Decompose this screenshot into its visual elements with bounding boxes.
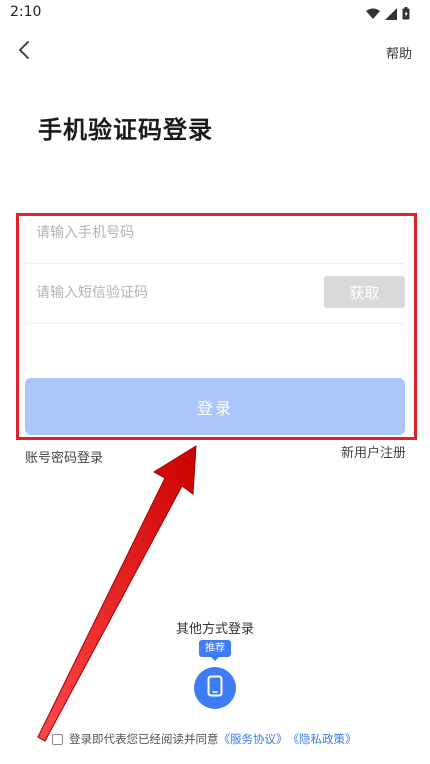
recommend-badge: 推荐 <box>199 640 231 661</box>
login-button[interactable]: 登录 <box>25 378 405 435</box>
battery-icon <box>402 5 410 24</box>
phone-input[interactable] <box>36 221 316 245</box>
status-icons <box>366 5 410 24</box>
signal-icon <box>385 5 397 24</box>
password-login-link[interactable]: 账号密码登录 <box>25 447 103 466</box>
help-link[interactable]: 帮助 <box>386 43 412 62</box>
agreement-text: 登录即代表您已经阅读并同意 <box>69 732 219 746</box>
back-button[interactable] <box>12 40 36 64</box>
phone-field <box>24 203 405 264</box>
page-title: 手机验证码登录 <box>38 116 213 144</box>
privacy-policy-link[interactable]: 《隐私政策》 <box>288 731 357 747</box>
sms-field: 获取 <box>24 263 405 324</box>
agreement-checkbox[interactable] <box>52 733 63 745</box>
service-agreement-link[interactable]: 《服务协议》 <box>219 731 288 747</box>
get-code-button[interactable]: 获取 <box>324 276 405 308</box>
other-login-title: 其他方式登录 <box>175 622 254 637</box>
status-bar: 2:10 <box>0 0 430 26</box>
status-time: 2:10 <box>10 4 42 20</box>
agreement-row: 登录即代表您已经阅读并同意 《服务协议》 《隐私政策》 <box>52 731 357 747</box>
sms-code-input[interactable] <box>36 281 316 305</box>
register-link[interactable]: 新用户注册 <box>341 442 406 461</box>
phone-login-button[interactable] <box>194 667 236 709</box>
chevron-left-icon <box>18 40 30 64</box>
mobile-phone-icon <box>207 675 223 701</box>
wifi-icon <box>366 5 380 24</box>
